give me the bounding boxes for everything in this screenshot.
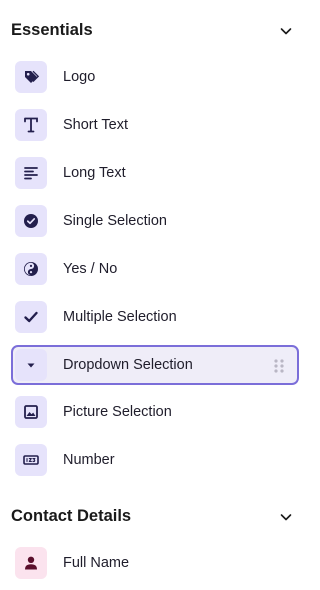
element-label: Short Text [63,117,129,133]
section-header-essentials[interactable]: Essentials [0,18,310,42]
element-item-picture-selection[interactable]: Picture Selection [11,392,299,432]
check-circle-icon [15,205,47,237]
yin-yang-icon [15,253,47,285]
element-label: Number [63,452,115,468]
element-item-dropdown-selection[interactable]: Dropdown Selection [11,345,299,385]
element-label: Logo [63,69,96,85]
person-icon [15,547,47,579]
element-label: Picture Selection [63,404,172,420]
element-item-full-name[interactable]: Full Name [11,543,299,583]
drag-handle-icon[interactable] [273,358,285,374]
element-item-multiple-selection[interactable]: Multiple Selection [11,297,299,337]
checkmark-icon [15,301,47,333]
section-title: Essentials [11,20,93,39]
number-box-icon [15,444,47,476]
element-item-long-text[interactable]: Long Text [11,153,299,193]
image-icon [15,396,47,428]
element-label: Multiple Selection [63,309,177,325]
paragraph-lines-icon [15,157,47,189]
element-label: Long Text [63,165,126,181]
caret-down-icon [15,349,47,381]
element-label: Single Selection [63,213,167,229]
section-header-contact-details[interactable]: Contact Details [0,504,310,528]
form-elements-panel: Essentials Logo Short Text Long Text Sin… [0,0,310,590]
chevron-down-icon[interactable] [278,23,294,39]
element-item-number[interactable]: Number [11,440,299,480]
element-label: Full Name [63,555,130,571]
element-item-single-selection[interactable]: Single Selection [11,201,299,241]
section-title: Contact Details [11,506,132,525]
element-label: Dropdown Selection [63,357,193,373]
text-t-icon [15,109,47,141]
chevron-down-icon[interactable] [278,509,294,525]
element-item-short-text[interactable]: Short Text [11,105,299,145]
element-item-logo[interactable]: Logo [11,57,299,97]
element-item-yes-no[interactable]: Yes / No [11,249,299,289]
tag-icon [15,61,47,93]
element-label: Yes / No [63,261,118,277]
